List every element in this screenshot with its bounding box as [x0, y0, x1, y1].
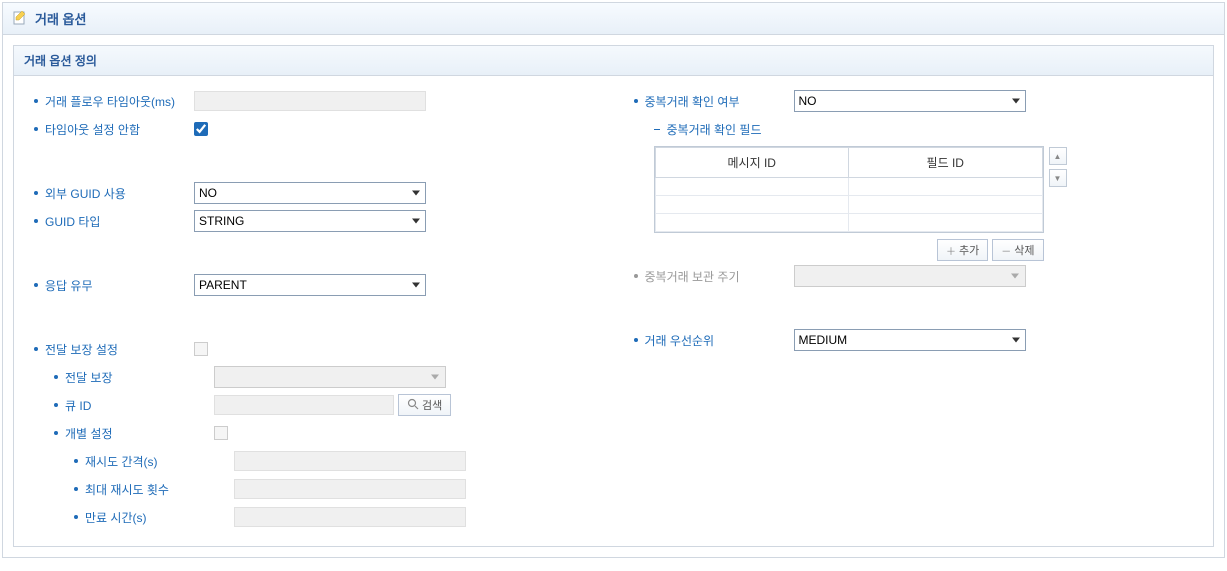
expire-label: 만료 시간(s) [74, 509, 234, 526]
table-row[interactable] [655, 214, 1042, 232]
minus-icon: － [1001, 243, 1011, 258]
add-button[interactable]: ＋추가 [937, 239, 988, 261]
timeout-off-label: 타임아웃 설정 안함 [34, 121, 194, 138]
queue-id-label: 큐 ID [54, 397, 214, 414]
dup-check-label: 중복거래 확인 여부 [634, 93, 794, 110]
panel-header: 거래 옵션 [3, 3, 1224, 35]
search-icon [407, 398, 419, 413]
panel-title: 거래 옵션 [35, 9, 86, 28]
dup-retain-label: 중복거래 보관 주기 [634, 268, 794, 285]
trade-options-panel: 거래 옵션 거래 옵션 정의 거래 플로우 타임아웃(ms) 타임아웃 설정 안… [2, 2, 1225, 558]
timeout-off-checkbox[interactable] [194, 122, 208, 136]
retry-interval-input[interactable] [234, 451, 466, 471]
col-field-id: 필드 ID [849, 148, 1043, 178]
delivery-set-label: 전달 보장 설정 [34, 341, 194, 358]
flow-timeout-label: 거래 플로우 타임아웃(ms) [34, 93, 194, 110]
delivery-select-disabled [214, 366, 446, 388]
queue-id-input[interactable] [214, 395, 394, 415]
dup-check-select[interactable]: NO [794, 90, 1026, 112]
scroll-down-button[interactable]: ▼ [1049, 169, 1067, 187]
guid-type-label: GUID 타입 [34, 213, 194, 230]
scroll-up-button[interactable]: ▲ [1049, 147, 1067, 165]
ext-guid-select[interactable]: NO [194, 182, 426, 204]
expire-input[interactable] [234, 507, 466, 527]
retry-interval-label: 재시도 간격(s) [74, 453, 234, 470]
response-select[interactable]: PARENT [194, 274, 426, 296]
delivery-label: 전달 보장 [54, 369, 214, 386]
plus-icon: ＋ [946, 243, 956, 258]
dup-field-label: 중복거래 확인 필드 [654, 121, 814, 138]
response-label: 응답 유무 [34, 277, 194, 294]
search-button[interactable]: 검색 [398, 394, 451, 416]
table-row[interactable] [655, 178, 1042, 196]
max-retry-label: 최대 재시도 횟수 [74, 481, 234, 498]
left-column: 거래 플로우 타임아웃(ms) 타임아웃 설정 안함 외부 GUID 사용 NO… [14, 84, 614, 534]
dup-field-table: 메시지 ID 필드 ID ▲ [654, 146, 1044, 233]
col-message-id: 메시지 ID [655, 148, 849, 178]
indiv-label: 개별 설정 [54, 425, 214, 442]
priority-label: 거래 우선순위 [634, 332, 794, 349]
table-row[interactable] [655, 196, 1042, 214]
chevron-up-icon: ▲ [1054, 152, 1062, 161]
dup-retain-select-disabled [794, 265, 1026, 287]
delivery-set-checkbox[interactable] [194, 342, 208, 356]
edit-icon [13, 9, 29, 28]
guid-type-select[interactable]: STRING [194, 210, 426, 232]
flow-timeout-input[interactable] [194, 91, 426, 111]
max-retry-input[interactable] [234, 479, 466, 499]
section-title: 거래 옵션 정의 [14, 46, 1213, 76]
priority-select[interactable]: MEDIUM [794, 329, 1026, 351]
delete-button[interactable]: －삭제 [992, 239, 1043, 261]
indiv-checkbox[interactable] [214, 426, 228, 440]
ext-guid-label: 외부 GUID 사용 [34, 185, 194, 202]
chevron-down-icon: ▼ [1054, 174, 1062, 183]
right-column: 중복거래 확인 여부 NO 중복거래 확인 필드 메시지 ID 필드 ID [614, 84, 1214, 534]
section-define: 거래 옵션 정의 거래 플로우 타임아웃(ms) 타임아웃 설정 안함 외부 G… [13, 45, 1214, 547]
